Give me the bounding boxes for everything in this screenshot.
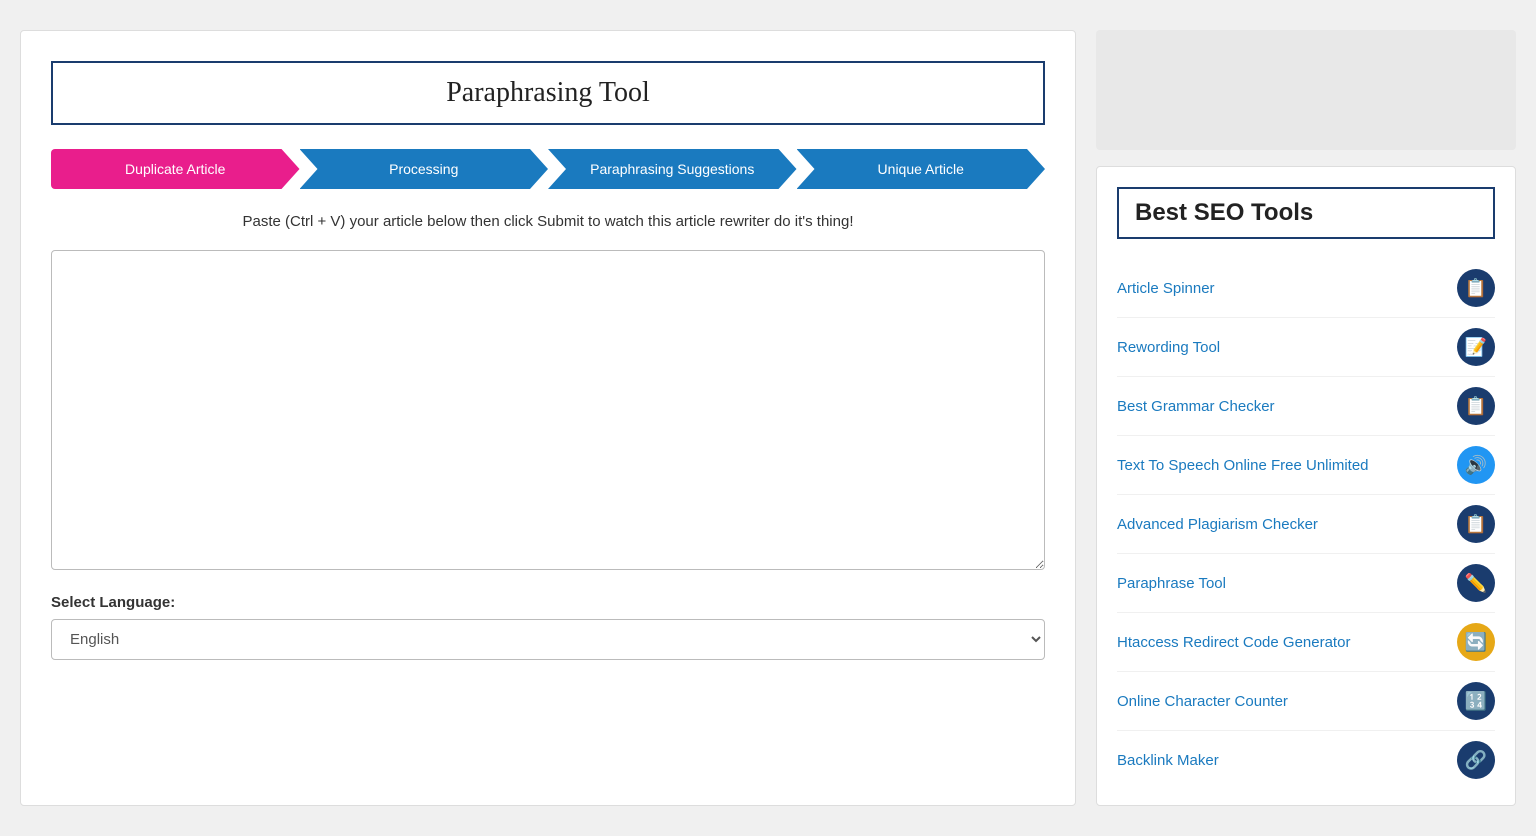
tools-list: Article Spinner 📋 Rewording Tool 📝 Best Gram… [1117, 259, 1495, 789]
seo-tool-icon-2: 📋 [1457, 387, 1495, 425]
seo-section-title: Best SEO Tools [1135, 199, 1477, 227]
seo-title-box: Best SEO Tools [1117, 187, 1495, 239]
language-section: Select Language: English Spanish French … [51, 594, 1045, 660]
seo-tool-name-3: Text To Speech Online Free Unlimited [1117, 457, 1447, 474]
seo-tool-item-1[interactable]: Rewording Tool 📝 [1117, 318, 1495, 377]
language-select[interactable]: English Spanish French German Italian Po… [51, 619, 1045, 660]
seo-tool-name-6: Htaccess Redirect Code Generator [1117, 634, 1447, 651]
seo-tool-item-0[interactable]: Article Spinner 📋 [1117, 259, 1495, 318]
ad-box [1096, 30, 1516, 150]
seo-tool-icon-7: 🔢 [1457, 682, 1495, 720]
seo-tool-icon-3: 🔊 [1457, 446, 1495, 484]
seo-tool-name-1: Rewording Tool [1117, 339, 1447, 356]
seo-tool-name-7: Online Character Counter [1117, 693, 1447, 710]
main-panel: Paraphrasing Tool Duplicate Article Proc… [20, 30, 1076, 806]
step-1: Duplicate Article [51, 149, 300, 189]
seo-tool-name-5: Paraphrase Tool [1117, 575, 1447, 592]
seo-tool-icon-6: 🔄 [1457, 623, 1495, 661]
tool-title-box: Paraphrasing Tool [51, 61, 1045, 125]
step-2: Processing [300, 149, 549, 189]
step-3: Paraphrasing Suggestions [548, 149, 797, 189]
sidebar: Best SEO Tools Article Spinner 📋 Rewording… [1096, 30, 1516, 806]
seo-tool-name-0: Article Spinner [1117, 280, 1447, 297]
language-label: Select Language: [51, 594, 1045, 611]
article-textarea[interactable] [51, 250, 1045, 570]
seo-tools-box: Best SEO Tools Article Spinner 📋 Rewording… [1096, 166, 1516, 806]
seo-tool-item-8[interactable]: Backlink Maker 🔗 [1117, 731, 1495, 789]
steps-bar: Duplicate Article Processing Paraphrasin… [51, 149, 1045, 189]
seo-tool-icon-8: 🔗 [1457, 741, 1495, 779]
seo-tool-name-2: Best Grammar Checker [1117, 398, 1447, 415]
seo-tool-item-4[interactable]: Advanced Plagiarism Checker 📋 [1117, 495, 1495, 554]
page-title: Paraphrasing Tool [73, 77, 1023, 109]
seo-tool-icon-0: 📋 [1457, 269, 1495, 307]
instructions-text: Paste (Ctrl + V) your article below then… [51, 213, 1045, 230]
seo-tool-icon-5: ✏️ [1457, 564, 1495, 602]
seo-tool-item-7[interactable]: Online Character Counter 🔢 [1117, 672, 1495, 731]
seo-tool-name-4: Advanced Plagiarism Checker [1117, 516, 1447, 533]
seo-tool-name-8: Backlink Maker [1117, 752, 1447, 769]
step-4: Unique Article [797, 149, 1046, 189]
seo-tool-item-2[interactable]: Best Grammar Checker 📋 [1117, 377, 1495, 436]
seo-tool-item-3[interactable]: Text To Speech Online Free Unlimited 🔊 [1117, 436, 1495, 495]
seo-tool-icon-1: 📝 [1457, 328, 1495, 366]
seo-tool-item-6[interactable]: Htaccess Redirect Code Generator 🔄 [1117, 613, 1495, 672]
seo-tool-icon-4: 📋 [1457, 505, 1495, 543]
seo-tool-item-5[interactable]: Paraphrase Tool ✏️ [1117, 554, 1495, 613]
